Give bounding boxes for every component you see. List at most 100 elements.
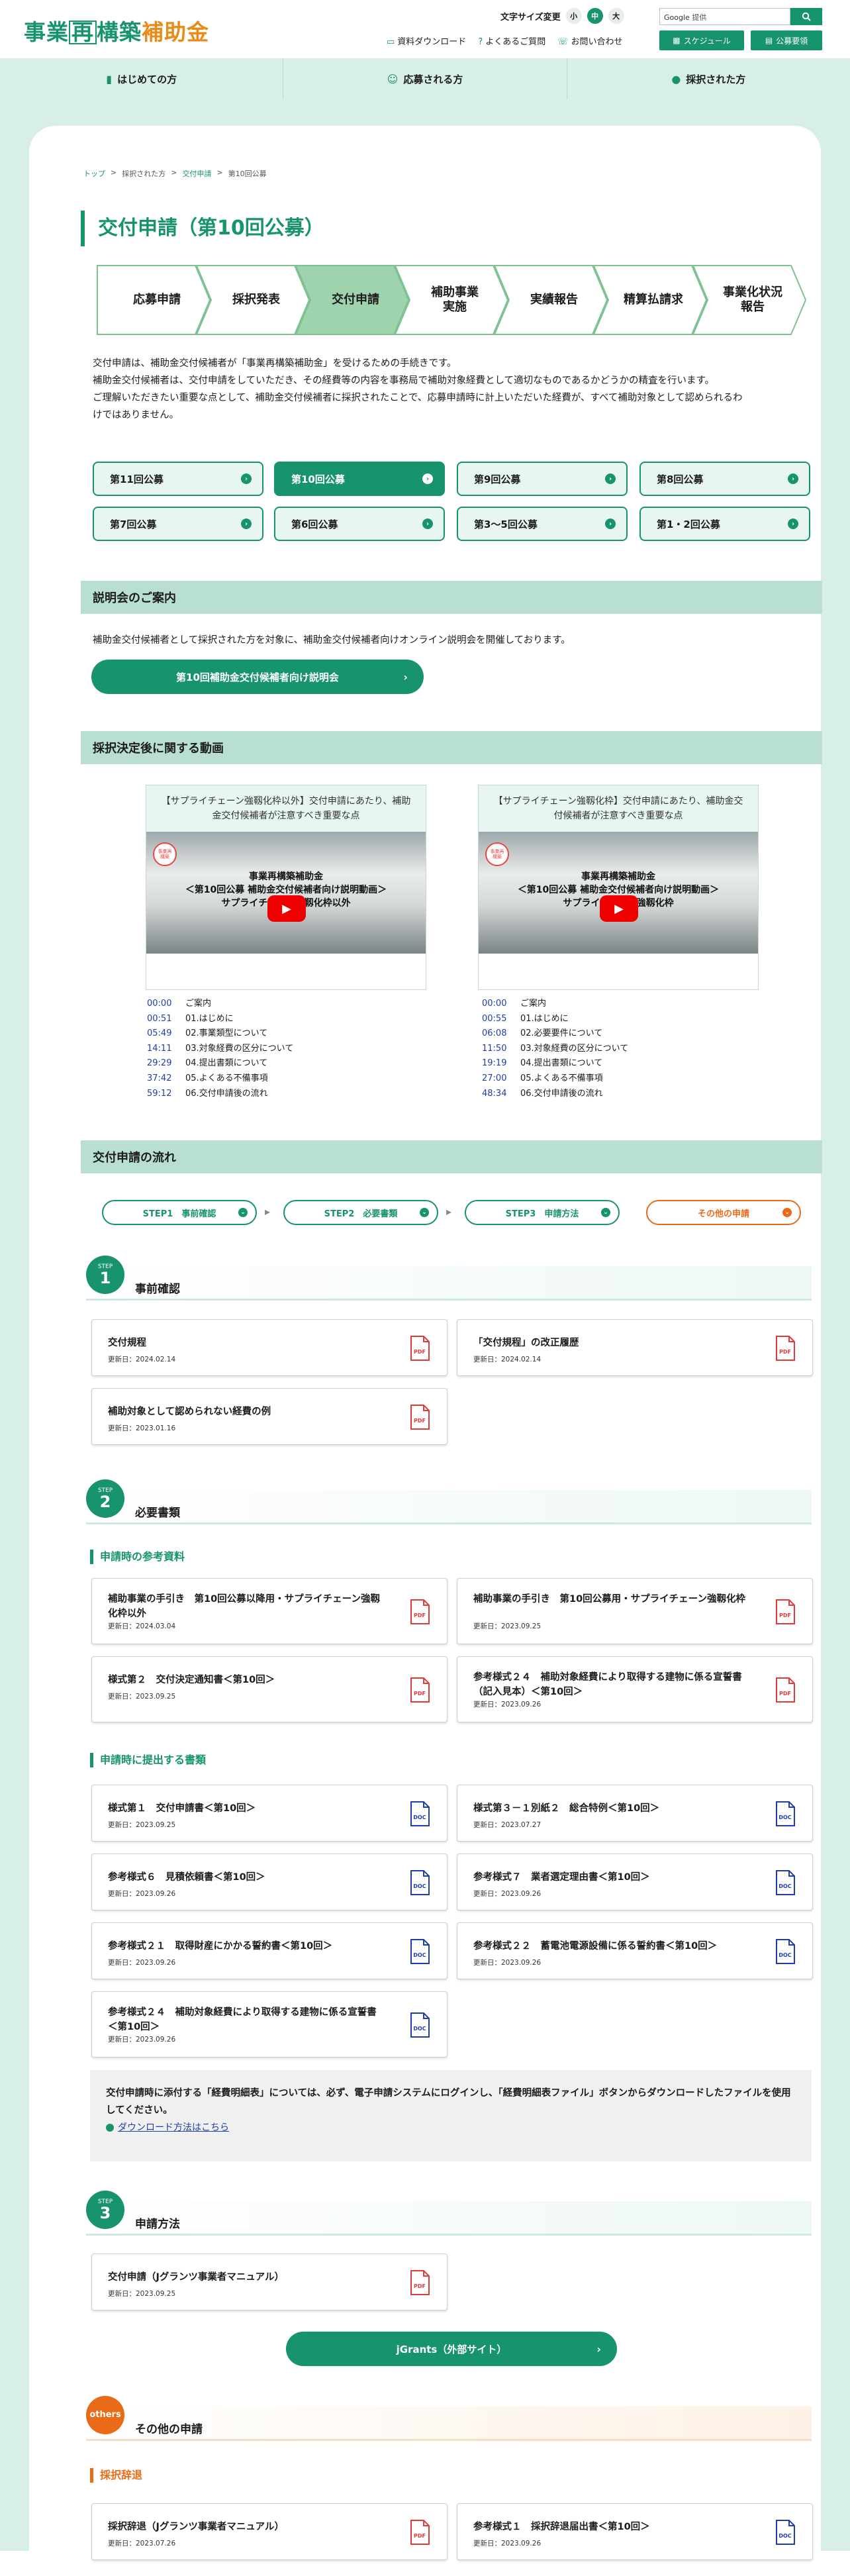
svg-text:PDF: PDF: [414, 2283, 426, 2289]
chapter-timestamp[interactable]: 29:29: [147, 1056, 171, 1071]
flow-heading: 交付申請の流れ: [81, 1140, 822, 1173]
chapter-timestamp[interactable]: 59:12: [147, 1087, 171, 1102]
video-thumbnail[interactable]: 事業再構築 事業再構築補助金＜第10回公募 補助金交付候補者向け説明動画＞サプラ…: [479, 832, 758, 954]
schedule-button[interactable]: ▦ スケジュール: [659, 30, 744, 50]
chapter-title: 05.よくある不備事項: [520, 1073, 603, 1083]
download-link[interactable]: ▭ 資料ダウンロード: [387, 34, 466, 47]
document-card[interactable]: 参考様式２２ 蓄電池電源設備に係る誓約書＜第10回＞ 更新日：2023.09.2…: [457, 1922, 813, 1979]
document-card[interactable]: 参考様式６ 見積依頼書＜第10回＞ 更新日：2023.09.26 DOC: [91, 1854, 448, 1910]
chapter-timestamp[interactable]: 05:49: [147, 1026, 171, 1042]
document-card[interactable]: 様式第１ 交付申請書＜第10回＞ 更新日：2023.09.25 DOC: [91, 1785, 448, 1842]
step-badge: STEP 1: [86, 1256, 124, 1294]
pdf-file-icon: PDF: [776, 1336, 795, 1361]
document-card[interactable]: 採択辞退（Jグランツ事業者マニュアル） 更新日：2023.07.26 PDF: [91, 2503, 448, 2560]
font-size-medium-button[interactable]: 中: [587, 8, 603, 24]
search-icon: [802, 12, 811, 21]
document-title: 補助事業の手引き 第10回公募以降用・サプライチェーン強靱化枠以外: [108, 1594, 380, 1619]
round-tab-1-2[interactable]: 第1・2回公募 ›: [639, 507, 810, 541]
chapter-timestamp[interactable]: 48:34: [482, 1087, 506, 1102]
arrow-right-icon: ▸: [446, 1205, 452, 1218]
flow-step1-pill[interactable]: STEP1 事前確認 ⌄: [102, 1200, 257, 1225]
chapter-timestamp[interactable]: 00:51: [147, 1012, 171, 1027]
document-card[interactable]: 参考様式２１ 取得財産にかかる誓約書＜第10回＞ 更新日：2023.09.26 …: [91, 1922, 448, 1979]
chapter-timestamp[interactable]: 00:55: [482, 1012, 506, 1027]
chapter-row: 14:11 03.対象経費の区分について: [147, 1042, 293, 1057]
round-tab-8[interactable]: 第8回公募 ›: [639, 462, 810, 496]
breadcrumb-top[interactable]: トップ: [83, 168, 105, 179]
document-card[interactable]: 様式第３－１別紙２ 総合特例＜第10回＞ 更新日：2023.07.27 DOC: [457, 1785, 813, 1842]
briefing-button[interactable]: 第10回補助金交付候補者向け説明会 ›: [91, 660, 424, 694]
document-date: 更新日：2023.09.26: [473, 1701, 542, 1709]
pdf-file-icon: PDF: [410, 1405, 430, 1430]
document-card[interactable]: 参考様式２４ 補助対象経費により取得する建物に係る宣誓書＜第10回＞ 更新日：2…: [91, 1991, 448, 2057]
document-card[interactable]: 交付申請（Jグランツ事業者マニュアル） 更新日：2023.09.25 PDF: [91, 2254, 448, 2310]
process-step-5: 実績報告: [494, 265, 608, 335]
video-card-2[interactable]: 【サプライチェーン強靱化枠】交付申請にあたり、補助金交付候補者が注意すべき重要な…: [478, 785, 759, 990]
document-card[interactable]: 補助対象として認められない経費の例 更新日：2023.01.16 PDF: [91, 1388, 448, 1445]
chapter-row: 59:12 06.交付申請後の流れ: [147, 1087, 293, 1102]
search-button[interactable]: [790, 8, 822, 25]
pdf-file-icon: PDF: [410, 1599, 430, 1624]
svg-text:DOC: DOC: [413, 1883, 426, 1889]
video-card-1[interactable]: 【サプライチェーン強靱化枠以外】交付申請にあたり、補助金交付候補者が注意すべき重…: [146, 785, 426, 990]
document-card[interactable]: 補助事業の手引き 第10回公募用・サプライチェーン強靱化枠 更新日：2023.0…: [457, 1578, 813, 1644]
document-card[interactable]: 参考様式７ 業者選定理由書＜第10回＞ 更新日：2023.09.26 DOC: [457, 1854, 813, 1910]
chevron-right-icon: ›: [788, 473, 798, 484]
flow-others-pill[interactable]: その他の申請 ⌄: [646, 1200, 801, 1225]
document-card[interactable]: 交付規程 更新日：2024.02.14 PDF: [91, 1319, 448, 1376]
chapter-row: 00:55 01.はじめに: [482, 1012, 628, 1027]
process-step-2: 採択発表: [196, 265, 310, 335]
document-card[interactable]: 様式第２ 交付決定通知書＜第10回＞ 更新日：2023.09.25 PDF: [91, 1656, 448, 1722]
chapter-timestamp[interactable]: 14:11: [147, 1042, 171, 1057]
chapter-title: 04.提出書類について: [185, 1058, 268, 1069]
breadcrumb-adopted[interactable]: 採択された方: [122, 168, 165, 179]
round-tab-10[interactable]: 第10回公募 ›: [274, 462, 445, 496]
process-step-3: 交付申請: [295, 265, 409, 335]
document-date: 更新日：2024.02.14: [473, 1356, 542, 1363]
document-date: 更新日：2023.09.25: [108, 2290, 176, 2298]
doc-file-icon: DOC: [776, 1801, 795, 1826]
font-size-small-button[interactable]: 小: [565, 8, 582, 24]
chapter-timestamp[interactable]: 00:00: [147, 997, 171, 1012]
guidelines-button[interactable]: ▤ 公募要領: [751, 30, 822, 50]
chapter-timestamp[interactable]: 27:00: [482, 1071, 506, 1087]
document-date: 更新日：2023.09.26: [473, 1959, 542, 1967]
font-size-large-button[interactable]: 大: [608, 8, 624, 24]
video-thumbnail[interactable]: 事業再構築 事業再構築補助金＜第10回公募 補助金交付候補者向け説明動画＞サプラ…: [146, 832, 426, 954]
step-badge: STEP 3: [86, 2191, 124, 2229]
flow-step2-pill[interactable]: STEP2 必要書類 ⌄: [283, 1200, 438, 1225]
round-tab-3-5[interactable]: 第3〜5回公募 ›: [457, 507, 628, 541]
chapter-timestamp[interactable]: 00:00: [482, 997, 506, 1012]
nav-beginners[interactable]: ▮ はじめての方: [0, 58, 284, 99]
document-card[interactable]: 参考様式２４ 補助対象経費により取得する建物に係る宣誓書（記入見本）＜第10回＞…: [457, 1656, 813, 1722]
step1-heading: STEP 1 事前確認: [86, 1256, 812, 1301]
process-step-6: 精算払請求: [593, 265, 707, 335]
breadcrumb-grant[interactable]: 交付申請: [182, 168, 211, 179]
faq-link[interactable]: ? よくあるご質問: [478, 34, 545, 47]
document-card[interactable]: 参考様式１ 採択辞退届出書＜第10回＞ 更新日：2023.09.26 DOC: [457, 2503, 813, 2560]
step-badge: STEP 2: [86, 1479, 124, 1518]
round-tab-11[interactable]: 第11回公募 ›: [93, 462, 263, 496]
chapter-timestamp[interactable]: 37:42: [147, 1071, 171, 1087]
contact-link[interactable]: ☏ お問い合わせ: [557, 34, 622, 47]
svg-text:DOC: DOC: [413, 2026, 426, 2032]
document-card[interactable]: 「交付規程」の改正履歴 更新日：2024.02.14 PDF: [457, 1319, 813, 1376]
flow-step3-pill[interactable]: STEP3 申請方法 ⌄: [465, 1200, 620, 1225]
play-icon[interactable]: ▶: [600, 895, 638, 922]
nav-applicants[interactable]: ☺ 応募される方: [283, 58, 567, 99]
chapter-timestamp[interactable]: 19:19: [482, 1056, 506, 1071]
chapter-timestamp[interactable]: 11:50: [482, 1042, 506, 1057]
round-tab-9[interactable]: 第9回公募 ›: [457, 462, 628, 496]
video-title: 【サプライチェーン強靱化枠】交付申請にあたり、補助金交付候補者が注意すべき重要な…: [479, 785, 758, 832]
jgrants-button[interactable]: jGrants（外部サイト） ›: [286, 2332, 617, 2366]
doc-file-icon: DOC: [776, 2520, 795, 2545]
chapter-timestamp[interactable]: 06:08: [482, 1026, 506, 1042]
nav-adopted[interactable]: ● 採択された方: [567, 58, 850, 99]
round-tab-6[interactable]: 第6回公募 ›: [274, 507, 445, 541]
round-tab-7[interactable]: 第7回公募 ›: [93, 507, 263, 541]
search-input[interactable]: Google 提供: [659, 8, 790, 25]
play-icon[interactable]: ▶: [267, 895, 306, 922]
document-card[interactable]: 補助事業の手引き 第10回公募以降用・サプライチェーン強靱化枠以外 更新日：20…: [91, 1578, 448, 1644]
download-method-link[interactable]: ダウンロード方法はこちら: [106, 2122, 229, 2133]
site-logo[interactable]: 事業再構築補助金: [24, 15, 209, 46]
